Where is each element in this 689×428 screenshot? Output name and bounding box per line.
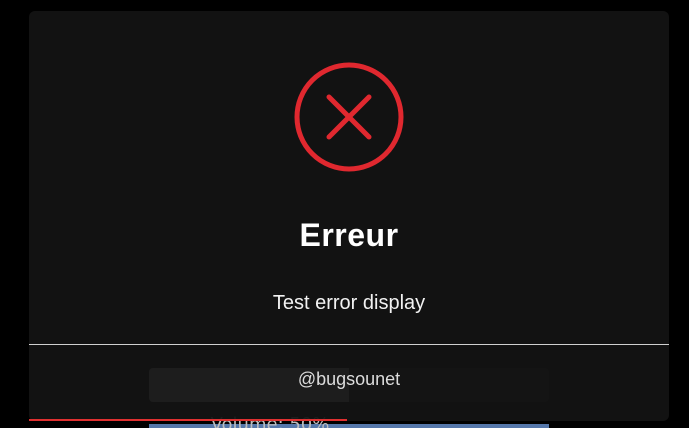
dialog-footer: @bugsounet xyxy=(297,369,401,389)
error-circle-x-icon xyxy=(294,62,404,172)
progress-accent-line xyxy=(29,419,347,421)
error-dialog[interactable]: Erreur Test error display @bugsounet xyxy=(29,11,669,421)
screen: Volume: 50% Erreur Test error display @b… xyxy=(0,0,689,428)
dialog-divider xyxy=(29,344,669,345)
dialog-message: Test error display xyxy=(272,292,426,314)
dialog-title: Erreur xyxy=(299,217,399,253)
